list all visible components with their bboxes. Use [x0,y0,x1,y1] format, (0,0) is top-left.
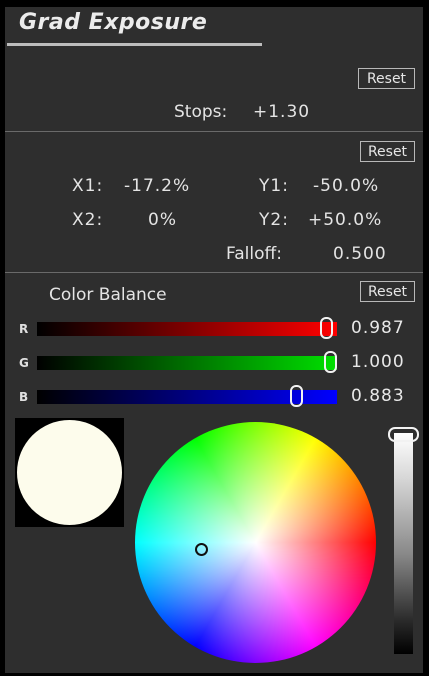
color-preview-swatch [17,420,122,525]
color-wheel[interactable] [135,422,376,663]
panel-title: Grad Exposure [19,10,208,35]
blue-slider[interactable] [37,385,337,407]
falloff-label: Falloff: [226,244,282,264]
green-value[interactable]: 1.000 [351,352,405,372]
red-slider-thumb[interactable] [320,317,333,339]
red-channel-label: R [19,322,29,336]
y1-value[interactable]: -50.0% [313,176,379,196]
x1-value[interactable]: -17.2% [124,176,190,196]
green-slider[interactable] [37,351,337,373]
blue-slider-thumb[interactable] [290,385,303,407]
stops-reset-button[interactable]: Reset [358,68,415,89]
green-slider-thumb[interactable] [324,351,337,373]
blue-channel-label: B [19,390,29,404]
position-reset-button[interactable]: Reset [360,141,415,162]
color-wheel-picker[interactable] [195,543,208,556]
x2-value[interactable]: 0% [148,210,177,230]
stops-label: Stops: [174,102,228,122]
section-divider [5,131,423,132]
color-balance-reset-button[interactable]: Reset [360,281,415,302]
color-balance-title: Color Balance [49,285,167,305]
color-preview-box [15,418,124,527]
grad-exposure-panel: Grad Exposure Reset Stops: +1.30 Reset X… [0,0,429,676]
green-channel-label: G [19,356,29,370]
y2-label: Y2: [259,210,289,230]
blue-value[interactable]: 0.883 [351,386,405,406]
x1-label: X1: [72,176,104,196]
brightness-slider[interactable] [394,433,413,654]
x2-label: X2: [72,210,104,230]
y2-value[interactable]: +50.0% [308,210,382,230]
section-divider [5,272,423,273]
red-slider[interactable] [37,317,337,339]
brightness-slider-thumb[interactable] [388,427,419,442]
stops-value[interactable]: +1.30 [253,102,310,122]
falloff-value[interactable]: 0.500 [333,244,387,264]
title-underline [7,43,262,46]
y1-label: Y1: [259,176,289,196]
red-value[interactable]: 0.987 [351,318,405,338]
